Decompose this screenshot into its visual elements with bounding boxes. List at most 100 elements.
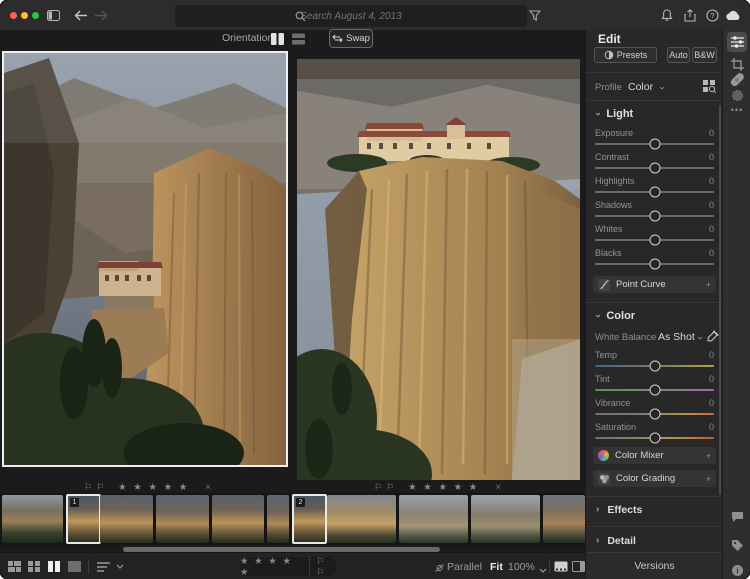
zoom-chevron-down-icon[interactable] — [536, 564, 550, 577]
filmstrip-thumbnail-selected-right[interactable]: 2 — [292, 494, 327, 544]
slider-track[interactable] — [595, 389, 714, 391]
slider-saturation: Saturation0 — [595, 422, 714, 444]
filmstrip-thumbnail[interactable] — [2, 495, 63, 543]
info-icon[interactable]: i — [727, 560, 747, 579]
white-balance-value[interactable]: As Shot — [658, 331, 695, 343]
mac-minimize-button[interactable] — [21, 12, 28, 19]
point-curve-button[interactable]: Point Curve + — [593, 276, 716, 293]
filmstrip-thumbnail[interactable] — [327, 495, 396, 543]
orientation-horizontal-icon[interactable] — [292, 32, 305, 50]
wb-eyedropper-icon[interactable] — [707, 329, 719, 347]
panel-scrollbar[interactable] — [719, 105, 721, 495]
clear-rating-icon[interactable]: × — [495, 482, 501, 493]
compare-photo-left[interactable] — [2, 51, 288, 467]
search-input[interactable] — [175, 5, 527, 27]
clear-rating-icon[interactable]: × — [205, 482, 211, 493]
notifications-bell-icon[interactable] — [659, 7, 675, 23]
flag-pick-icon[interactable]: ⚐ — [84, 482, 92, 493]
filmstrip-thumbnail[interactable] — [267, 495, 289, 543]
more-tools-icon[interactable]: ••• — [727, 100, 747, 120]
color-grading-button[interactable]: Color Grading + — [593, 470, 716, 487]
filmstrip-thumbnail[interactable] — [100, 495, 153, 543]
help-icon[interactable]: ? — [704, 7, 720, 23]
compare-view-icon[interactable] — [47, 560, 61, 573]
left-photo-image — [4, 53, 286, 465]
sidebar-toggle-icon[interactable] — [45, 7, 61, 23]
star-rating[interactable]: ★ ★ ★ ★ ★ — [240, 556, 303, 578]
color-mixer-button[interactable]: Color Mixer + — [593, 447, 716, 464]
profile-value[interactable]: Color — [628, 81, 653, 93]
slider-knob[interactable] — [649, 385, 660, 396]
comments-icon[interactable] — [727, 507, 747, 527]
slider-track[interactable] — [595, 263, 714, 265]
swap-button[interactable]: Swap — [329, 29, 373, 48]
bw-button[interactable]: B&W — [692, 47, 717, 63]
slider-knob[interactable] — [649, 187, 660, 198]
forward-button[interactable] — [93, 7, 109, 23]
filmstrip-thumbnail[interactable] — [471, 495, 540, 543]
flag-pick-icon[interactable]: ⚐ — [374, 482, 382, 493]
slider-track[interactable] — [595, 143, 714, 145]
photo-grid-view-icon[interactable] — [7, 560, 21, 573]
slider-track[interactable] — [595, 437, 714, 439]
slider-track[interactable] — [595, 215, 714, 217]
versions-button[interactable]: Versions — [586, 552, 723, 579]
filter-icon[interactable] — [527, 7, 543, 23]
filmstrip-thumbnail[interactable] — [156, 495, 209, 543]
filmstrip-thumbnail[interactable] — [399, 495, 468, 543]
slider-track[interactable] — [595, 239, 714, 241]
cloud-sync-icon[interactable] — [725, 7, 741, 23]
slider-knob[interactable] — [649, 211, 660, 222]
sort-icon[interactable] — [96, 560, 110, 573]
mac-zoom-button[interactable] — [32, 12, 39, 19]
slider-track[interactable] — [595, 191, 714, 193]
sort-chevron-down-icon[interactable] — [113, 560, 127, 573]
slider-knob[interactable] — [649, 259, 660, 270]
fit-button[interactable]: Fit — [490, 561, 503, 573]
detail-view-icon[interactable] — [67, 560, 81, 573]
detail-section-header[interactable]: › Detail — [596, 535, 636, 547]
slider-track[interactable] — [595, 167, 714, 169]
parallel-label[interactable]: Parallel — [447, 561, 482, 573]
filmstrip-thumbnail[interactable] — [212, 495, 264, 543]
filmstrip-thumbnail-selected-left[interactable]: 1 — [66, 494, 101, 544]
slider-tint: Tint0 — [595, 374, 714, 396]
mac-close-button[interactable] — [10, 12, 17, 19]
color-section-header[interactable]: › Color — [596, 310, 635, 322]
panel-toggle-icon[interactable] — [571, 560, 585, 573]
slider-track[interactable] — [595, 365, 714, 367]
profile-browser-icon[interactable] — [703, 80, 716, 98]
wb-chevron-down-icon[interactable]: › — [695, 336, 705, 339]
flag-reject-icon[interactable]: ⚐ — [386, 482, 394, 493]
star-rating[interactable]: ★ ★ ★ ★ ★ — [118, 482, 189, 493]
compare-photo-right[interactable] — [297, 59, 580, 480]
slider-knob[interactable] — [649, 361, 660, 372]
presets-button[interactable]: Presets — [594, 47, 657, 63]
slider-whites: Whites0 — [595, 224, 714, 246]
flag-icons[interactable]: ⚐ ⚐ — [309, 556, 337, 578]
keywords-tag-icon[interactable] — [727, 535, 747, 555]
zoom-level[interactable]: 100% — [508, 561, 535, 573]
profile-chevron-down-icon[interactable]: › — [657, 86, 667, 89]
slider-knob[interactable] — [649, 139, 660, 150]
edit-tool-icon[interactable] — [727, 32, 747, 52]
back-button[interactable] — [73, 7, 89, 23]
orientation-vertical-icon[interactable] — [271, 32, 284, 50]
light-section-header[interactable]: › Light — [596, 108, 633, 120]
share-icon[interactable] — [682, 7, 698, 23]
flag-reject-icon[interactable]: ⚐ — [96, 482, 104, 493]
auto-button[interactable]: Auto — [667, 47, 690, 63]
unlink-icon[interactable] — [432, 561, 446, 574]
filmstrip-toggle-icon[interactable] — [554, 560, 568, 573]
slider-knob[interactable] — [649, 163, 660, 174]
chevron-down-icon: › — [593, 112, 603, 115]
slider-knob[interactable] — [649, 433, 660, 444]
filmstrip-thumbnail[interactable] — [543, 495, 585, 543]
slider-track[interactable] — [595, 413, 714, 415]
effects-section-header[interactable]: › Effects — [596, 504, 642, 516]
slider-knob[interactable] — [649, 235, 660, 246]
slider-contrast: Contrast0 — [595, 152, 714, 174]
slider-knob[interactable] — [649, 409, 660, 420]
star-rating[interactable]: ★ ★ ★ ★ ★ — [408, 482, 479, 493]
square-grid-view-icon[interactable] — [27, 560, 41, 573]
